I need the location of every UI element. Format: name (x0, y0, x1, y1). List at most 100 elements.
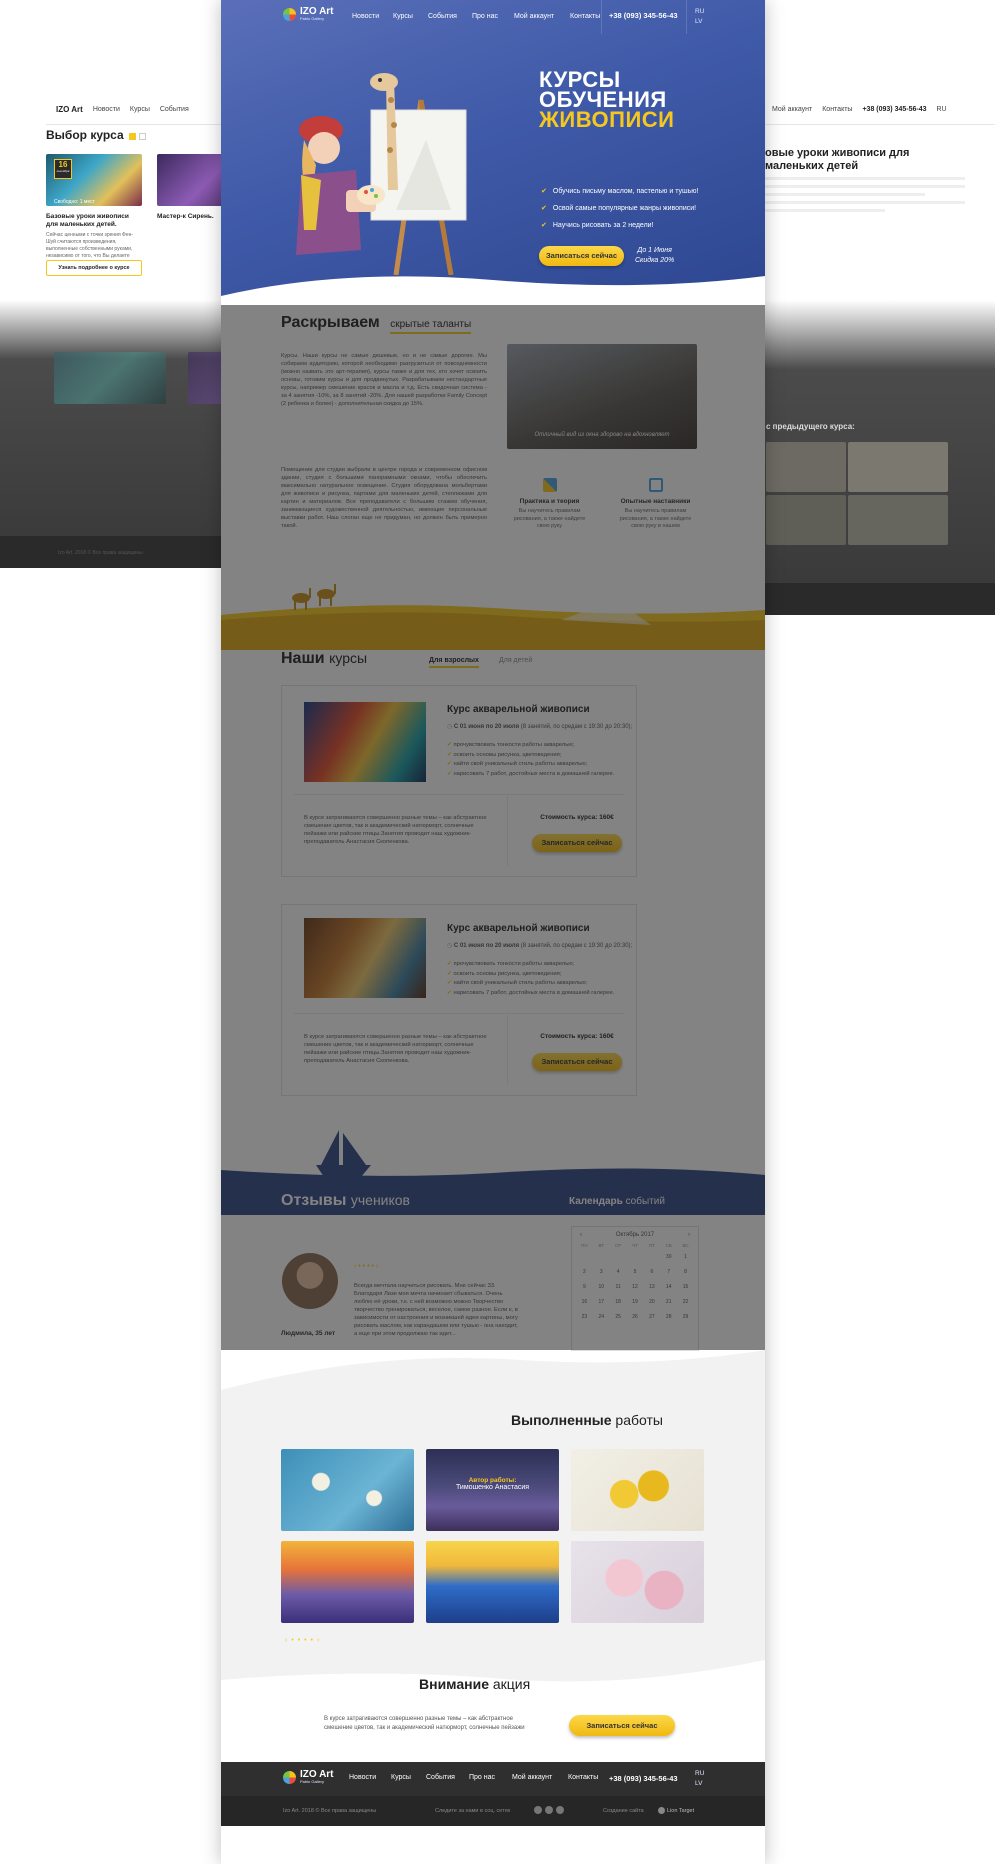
lang-lv[interactable]: LV (695, 17, 704, 27)
footer-nav-events[interactable]: События (426, 1774, 455, 1781)
right-nav-item[interactable]: Мой аккаунт (772, 106, 812, 113)
grid-view-icon[interactable] (129, 133, 136, 140)
course-name[interactable]: Курс акварельной живописи (447, 704, 590, 715)
artwork-thumbnail[interactable] (281, 1541, 414, 1623)
course-signup-button[interactable]: Записаться сейчас (532, 834, 622, 852)
social-icon[interactable] (534, 1806, 542, 1814)
gallery-photo[interactable] (848, 442, 948, 492)
calendar-day[interactable]: 16 (576, 1299, 593, 1305)
calendar-day[interactable]: 18 (610, 1299, 627, 1305)
calendar-day[interactable]: 27 (643, 1314, 660, 1320)
footer-nav-account[interactable]: Мой аккаунт (512, 1774, 552, 1781)
list-view-icon[interactable] (139, 133, 146, 140)
calendar-day[interactable]: 6 (643, 1269, 660, 1275)
calendar-day (643, 1254, 660, 1260)
footer-phone[interactable]: +38 (093) 345-56-43 (609, 1774, 678, 1783)
calendar-day[interactable]: 25 (610, 1314, 627, 1320)
artwork-thumbnail[interactable] (571, 1541, 704, 1623)
course-image[interactable] (304, 918, 426, 998)
calendar-day[interactable]: 29 (677, 1314, 694, 1320)
main-landing-page: IZO Art Pablo Gallery Новости Курсы Собы… (221, 0, 765, 1864)
calendar-day[interactable]: 21 (660, 1299, 677, 1305)
left-nav-item[interactable]: Новости (93, 106, 120, 113)
lang-ru[interactable]: RU (695, 7, 704, 17)
calendar-day[interactable]: 1 (677, 1254, 694, 1260)
footer-nav-courses[interactable]: Курсы (391, 1774, 411, 1781)
nav-item-account[interactable]: Мой аккаунт (514, 13, 554, 20)
calendar-day[interactable]: 14 (660, 1284, 677, 1290)
top-navigation: IZO Art Pablo Gallery Новости Курсы Собы… (221, 0, 765, 34)
course-name[interactable]: Курс акварельной живописи (447, 923, 590, 934)
right-phone[interactable]: +38 (093) 345-56-43 (862, 106, 926, 113)
footer-logo[interactable]: IZO Art Pablo Gallery (283, 1770, 334, 1784)
hero-signup-button[interactable]: Записаться сейчас (539, 246, 624, 266)
social-icon[interactable] (556, 1806, 564, 1814)
left-nav-item[interactable]: Курсы (130, 106, 150, 113)
phone-number[interactable]: +38 (093) 345-56-43 (609, 11, 678, 20)
nav-item-events[interactable]: События (428, 13, 457, 20)
works-pager[interactable]: ‹ • • • • › (285, 1637, 320, 1644)
calendar-day[interactable]: 7 (660, 1269, 677, 1275)
calendar-day[interactable]: 2 (576, 1269, 593, 1275)
calendar-day[interactable]: 26 (627, 1314, 644, 1320)
calendar-day[interactable]: 23 (576, 1314, 593, 1320)
calendar-day[interactable]: 15 (677, 1284, 694, 1290)
calendar-day[interactable]: 3 (593, 1269, 610, 1275)
next-month-icon[interactable]: › (688, 1232, 690, 1238)
tab-kids[interactable]: Для детей (499, 657, 532, 664)
footer-studio[interactable]: Lion Target (667, 1808, 694, 1814)
course-signup-button[interactable]: Записаться сейчас (532, 1053, 622, 1071)
prev-month-icon[interactable]: ‹ (580, 1232, 582, 1238)
left-nav-item[interactable]: События (160, 106, 189, 113)
site-logo[interactable]: IZO Art Pablo Gallery (283, 7, 334, 21)
calendar-day[interactable]: 10 (593, 1284, 610, 1290)
calendar-day[interactable]: 20 (643, 1299, 660, 1305)
nav-item-news[interactable]: Новости (352, 13, 379, 20)
nav-item-contacts[interactable]: Контакты (570, 13, 600, 20)
footer-nav-contacts[interactable]: Контакты (568, 1774, 598, 1781)
course-card-title[interactable]: Мастер-к Сирень. (157, 213, 217, 221)
right-lang[interactable]: RU (937, 106, 947, 113)
lang-lv[interactable]: LV (695, 1779, 704, 1789)
course-schedule: ◷ С 01 июня по 20 июля (8 занятий, по ср… (447, 943, 633, 949)
calendar-day[interactable]: 9 (576, 1284, 593, 1290)
calendar-day[interactable]: 30 (660, 1254, 677, 1260)
calendar-day[interactable]: 28 (660, 1314, 677, 1320)
calendar-weekdays: ПН ВТ СР ЧТ ПТ СБ ВС (572, 1243, 698, 1248)
reveal-title: Раскрываем скрытые таланты (281, 314, 472, 334)
calendar-day[interactable]: 17 (593, 1299, 610, 1305)
course-card-title[interactable]: Базовые уроки живописи для маленьких дет… (46, 213, 142, 229)
course-card-image[interactable] (188, 352, 223, 404)
review-pager[interactable]: ‹ • • • • › (354, 1263, 378, 1270)
gallery-photo[interactable] (766, 442, 846, 492)
gallery-photo[interactable] (766, 495, 846, 545)
benefit-item: ✔ Научись рисовать за 2 недели! (541, 222, 654, 229)
artwork-thumbnail[interactable] (571, 1449, 704, 1531)
course-card-image[interactable] (54, 352, 166, 404)
calendar-day[interactable]: 11 (610, 1284, 627, 1290)
artwork-thumbnail[interactable]: Автор работы: Тимошенко Анастасия (426, 1449, 559, 1531)
calendar-day[interactable]: 19 (627, 1299, 644, 1305)
calendar-day[interactable]: 5 (627, 1269, 644, 1275)
calendar-day[interactable]: 22 (677, 1299, 694, 1305)
calendar-day[interactable]: 24 (593, 1314, 610, 1320)
artwork-thumbnail[interactable] (426, 1541, 559, 1623)
artwork-thumbnail[interactable] (281, 1449, 414, 1531)
calendar-day[interactable]: 12 (627, 1284, 644, 1290)
social-icon[interactable] (545, 1806, 553, 1814)
calendar-day[interactable]: 4 (610, 1269, 627, 1275)
nav-item-courses[interactable]: Курсы (393, 13, 413, 20)
course-image[interactable] (304, 702, 426, 782)
tab-adults[interactable]: Для взрослых (429, 657, 479, 668)
footer-nav-about[interactable]: Про нас (469, 1774, 495, 1781)
course-details-button[interactable]: Узнать подробнее о курсе (46, 260, 142, 276)
lang-ru[interactable]: RU (695, 1769, 704, 1779)
footer-nav-news[interactable]: Новости (349, 1774, 376, 1781)
calendar-day[interactable]: 8 (677, 1269, 694, 1275)
calendar-days: 30 1 2 3 4 5 6 7 8 9 10 11 12 13 14 15 16 17 18 19 20 21 22 23 2… (572, 1248, 698, 1320)
promo-signup-button[interactable]: Записаться сейчас (569, 1715, 675, 1736)
calendar-day[interactable]: 13 (643, 1284, 660, 1290)
gallery-photo[interactable] (848, 495, 948, 545)
right-nav-item[interactable]: Контакты (822, 106, 852, 113)
nav-item-about[interactable]: Про нас (472, 13, 498, 20)
